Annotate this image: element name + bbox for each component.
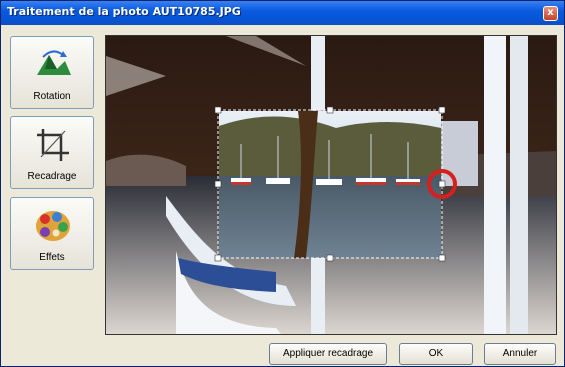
dialog-window: Traitement de la photo AUT10785.JPG x Ro… [0, 0, 565, 367]
effects-label: Effets [39, 252, 65, 263]
crop-label: Recadrage [27, 171, 77, 182]
apply-crop-button[interactable]: Appliquer recadrage [269, 343, 387, 365]
photo-image [106, 36, 556, 334]
crop-button[interactable]: Recadrage [10, 116, 94, 189]
effects-button[interactable]: Effets [10, 197, 94, 270]
rotation-icon [37, 50, 71, 75]
title-bar[interactable]: Traitement de la photo AUT10785.JPG x [1, 1, 564, 25]
close-icon: x [547, 7, 554, 18]
close-button[interactable]: x [543, 6, 558, 21]
rotation-button[interactable]: Rotation [10, 36, 94, 109]
cancel-button[interactable]: Annuler [484, 343, 556, 365]
photo-canvas[interactable] [105, 35, 557, 335]
rotation-label: Rotation [33, 91, 71, 102]
palette-icon [36, 211, 70, 241]
crop-icon [37, 129, 69, 161]
ok-button[interactable]: OK [399, 343, 473, 365]
window-title: Traitement de la photo AUT10785.JPG [7, 5, 241, 18]
